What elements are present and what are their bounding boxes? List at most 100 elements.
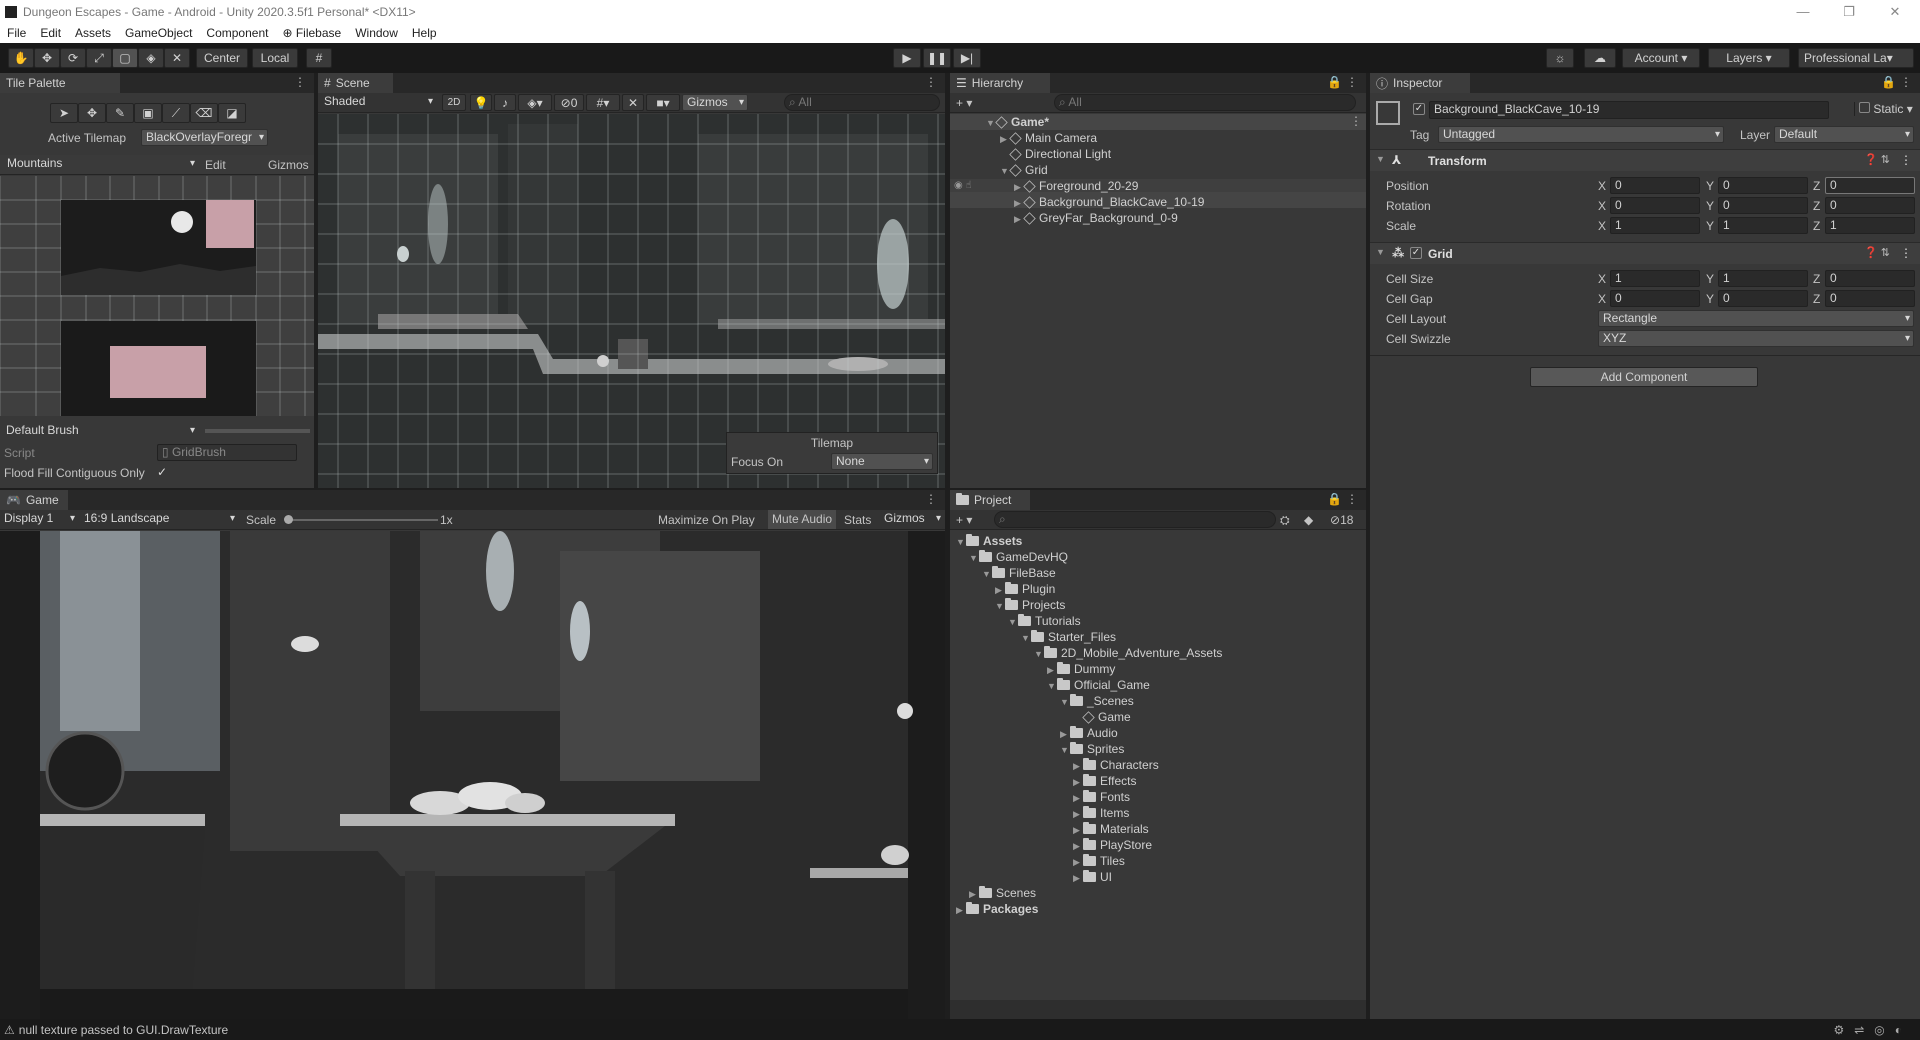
move-tile-icon[interactable]: ✥	[78, 103, 106, 123]
hierarchy-item-grid[interactable]: ▼ Grid	[1000, 162, 1048, 178]
rotation-y-field[interactable]: 0	[1718, 197, 1808, 214]
project-item[interactable]: ▼ Starter_Files	[1021, 629, 1116, 645]
foldout-arrow-icon[interactable]: ▼	[1021, 630, 1031, 646]
hierarchy-item-main-camera[interactable]: ▶ Main Camera	[1000, 130, 1097, 146]
status-message[interactable]: null texture passed to GUI.DrawTexture	[19, 1023, 228, 1037]
lock-icon[interactable]: 🔒	[1881, 75, 1896, 89]
project-item[interactable]: ▼ _Scenes	[1060, 693, 1134, 709]
add-component-button[interactable]: Add Component	[1530, 367, 1758, 387]
project-item[interactable]: ▶ Items	[1073, 805, 1129, 821]
menu-file[interactable]: File	[0, 26, 33, 40]
stats-toggle[interactable]: Stats	[844, 513, 871, 527]
project-item[interactable]: ▼ GameDevHQ	[969, 549, 1068, 565]
active-tilemap-dropdown[interactable]: BlackOverlayForegr	[141, 129, 268, 146]
aspect-dropdown[interactable]: 16:9 Landscape	[80, 511, 238, 528]
select-tool-icon[interactable]: ➤	[50, 103, 78, 123]
cell-swizzle-dropdown[interactable]: XYZ	[1598, 330, 1914, 347]
menu-assets[interactable]: Assets	[68, 26, 118, 40]
foldout-arrow-icon[interactable]: ▶	[1073, 870, 1083, 886]
eraser-icon[interactable]: ⌫	[190, 103, 218, 123]
foldout-arrow-icon[interactable]: ▼	[956, 534, 966, 550]
rect-tool-icon[interactable]: ▢	[112, 48, 138, 68]
kebab-menu-icon[interactable]: ⋮	[1900, 75, 1912, 89]
effects-icon[interactable]: ◈▾	[518, 94, 552, 111]
tab-scene[interactable]: # Scene	[318, 73, 393, 93]
tab-inspector[interactable]: ⓘ Inspector	[1370, 73, 1470, 93]
palette-gizmos-button[interactable]: Gizmos	[268, 158, 309, 172]
project-item[interactable]: ▼ Projects	[995, 597, 1065, 613]
project-item[interactable]: ▶ PlayStore	[1073, 837, 1152, 853]
game-gizmos-dropdown[interactable]: Gizmos	[880, 511, 944, 528]
audio-icon[interactable]: ♪	[494, 94, 516, 111]
filter-by-label-icon[interactable]: ◆	[1304, 513, 1313, 527]
project-search-input[interactable]: ⌕	[994, 511, 1276, 528]
transform-header[interactable]: ▼ ⅄ Transform ❓ ⇅ ⋮	[1370, 149, 1920, 171]
scale-x-field[interactable]: 1	[1610, 217, 1700, 234]
project-item[interactable]: ▼ 2D_Mobile_Adventure_Assets	[1034, 645, 1222, 661]
menu-window[interactable]: Window	[348, 26, 405, 40]
foldout-arrow-icon[interactable]: ▼	[1047, 678, 1057, 694]
project-item[interactable]: ▶ Audio	[1060, 725, 1118, 741]
layout-dropdown[interactable]: Professional La ▾	[1798, 48, 1914, 68]
layers-dropdown[interactable]: Layers ▾	[1708, 48, 1790, 68]
fill-bucket-icon[interactable]: ◪	[218, 103, 246, 123]
foldout-arrow-icon[interactable]: ▶	[1073, 774, 1083, 790]
cell-gap-y-field[interactable]: 0	[1718, 290, 1808, 307]
foldout-arrow-icon[interactable]: ▶	[1073, 758, 1083, 774]
position-y-field[interactable]: 0	[1718, 177, 1808, 194]
hidden-objects-icon[interactable]: ⊘ 0	[554, 94, 584, 111]
menu-gameobject[interactable]: GameObject	[118, 26, 199, 40]
project-item[interactable]: ▶ Effects	[1073, 773, 1136, 789]
cell-gap-x-field[interactable]: 0	[1610, 290, 1700, 307]
scene-viewport[interactable]: Tilemap Focus On None	[318, 114, 945, 488]
hierarchy-item-foreground[interactable]: ▶ Foreground_20-29	[1014, 178, 1138, 194]
layer-dropdown[interactable]: Default	[1774, 126, 1914, 143]
kebab-menu-icon[interactable]: ⋮	[925, 75, 937, 89]
cell-size-y-field[interactable]: 1	[1718, 270, 1808, 287]
cloud-icon[interactable]: ☁	[1584, 48, 1616, 68]
scale-slider-handle[interactable]	[284, 515, 293, 524]
cell-layout-dropdown[interactable]: Rectangle	[1598, 310, 1914, 327]
step-button[interactable]: ▶|	[953, 48, 981, 68]
scene-gizmos-dropdown[interactable]: Gizmos	[682, 94, 748, 111]
foldout-arrow-icon[interactable]: ▼	[982, 566, 992, 582]
filter-by-type-icon[interactable]: ⛭	[1280, 513, 1290, 528]
close-icon[interactable]: ✕	[1872, 0, 1918, 23]
custom-tool-icon[interactable]: ✕	[164, 48, 190, 68]
foldout-arrow-icon[interactable]: ▼	[969, 550, 979, 566]
snap-grid-icon[interactable]: #	[306, 48, 332, 68]
kebab-menu-icon[interactable]: ⋮	[925, 492, 937, 506]
display-dropdown[interactable]: Display 1	[0, 511, 78, 528]
grid-toggle-icon[interactable]: #▾	[586, 94, 620, 111]
box-fill-icon[interactable]: ▣	[134, 103, 162, 123]
project-item[interactable]: Game	[1073, 709, 1131, 725]
foldout-arrow-icon[interactable]: ▶	[956, 902, 966, 918]
foldout-arrow-icon[interactable]: ▶	[969, 886, 979, 902]
grid-header[interactable]: ▼ ⁂ ✓ Grid ❓ ⇅ ⋮	[1370, 242, 1920, 264]
play-button[interactable]: ▶	[893, 48, 921, 68]
active-checkbox[interactable]: ✓	[1413, 103, 1425, 115]
hierarchy-item-greyfar-background[interactable]: ▶ GreyFar_Background_0-9	[1014, 210, 1178, 226]
foldout-arrow-icon[interactable]: ▶	[1073, 854, 1083, 870]
cell-size-x-field[interactable]: 1	[1610, 270, 1700, 287]
kebab-menu-icon[interactable]: ⋮	[294, 75, 306, 89]
tab-game[interactable]: 🎮 Game	[0, 490, 68, 510]
hierarchy-search-input[interactable]: ⌕ All	[1054, 94, 1356, 111]
status-icons[interactable]: ⚙⇌◎◐	[1833, 1023, 1912, 1037]
project-item[interactable]: ▶ UI	[1073, 869, 1112, 885]
mode-2d-toggle[interactable]: 2D	[442, 94, 466, 111]
move-tool-icon[interactable]: ✥	[34, 48, 60, 68]
component-menu-icon[interactable]: ⋮	[1900, 153, 1912, 167]
palette-grid[interactable]	[0, 176, 314, 416]
foldout-arrow-icon[interactable]: ▼	[1034, 646, 1044, 662]
scene-search-input[interactable]: ⌕ All	[784, 94, 940, 111]
scale-y-field[interactable]: 1	[1718, 217, 1808, 234]
tab-hierarchy[interactable]: ☰ Hierarchy	[950, 73, 1050, 93]
project-item[interactable]: ▶ Characters	[1073, 757, 1159, 773]
brush-dropdown[interactable]: Default Brush	[2, 422, 198, 440]
picker-icon[interactable]: ⟋	[162, 103, 190, 123]
paint-brush-icon[interactable]: ✎	[106, 103, 134, 123]
palette-dropdown[interactable]: Mountains	[3, 156, 198, 173]
hierarchy-item-game-scene[interactable]: ▼ Game*	[986, 114, 1049, 130]
camera-icon[interactable]: ■▾	[646, 94, 680, 111]
